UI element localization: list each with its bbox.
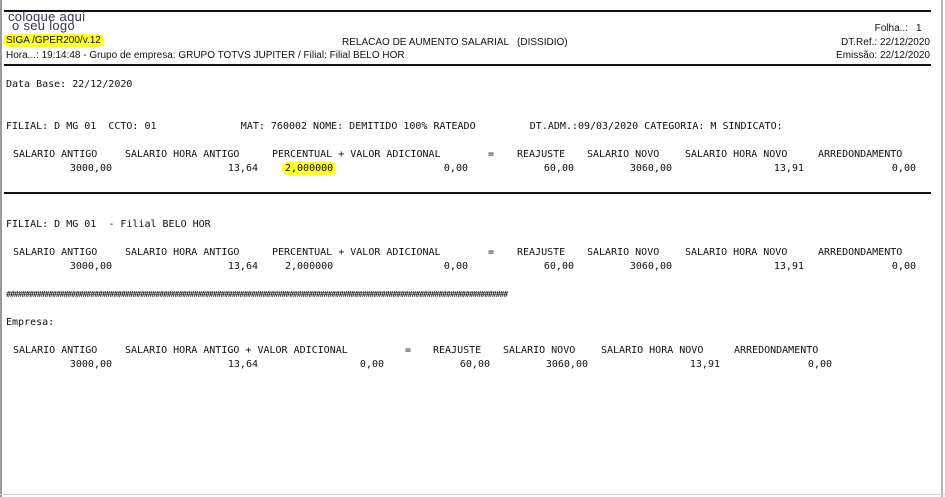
sec1-value-arredondamento: 0,00: [891, 163, 916, 174]
sec1-header-salario-hora-novo: SALARIO HORA NOVO: [685, 149, 788, 160]
sec3-value-reajuste: 60,00: [459, 359, 490, 370]
sec2-header-salario-novo: SALARIO NOVO: [587, 247, 660, 258]
sec2-header-percentual: PERCENTUAL + VALOR ADICIONAL: [272, 247, 441, 258]
sec2-value-salario-antigo: 3000,00: [69, 261, 112, 272]
sec3-value-valor-adicional: 0,00: [359, 359, 384, 370]
sec2-value-valor-adicional: 0,00: [443, 261, 468, 272]
sec2-value-salario-hora-novo: 13,91: [773, 261, 804, 272]
sec3-header-salario-hora-antigo-valor-adicional: SALARIO HORA ANTIGO + VALOR ADICIONAL: [125, 345, 348, 356]
page-right-edge: [941, 0, 943, 497]
hora-line: Hora...: 19:14:48 - Grupo de empresa: GR…: [6, 50, 405, 61]
sec3-value-arredondamento: 0,00: [807, 359, 832, 370]
sec1-header-salario-novo: SALARIO NOVO: [587, 149, 660, 160]
page-bottom-edge: [0, 494, 945, 495]
sec1-value-reajuste: 60,00: [543, 163, 574, 174]
sec1-value-salario-hora-novo: 13,91: [773, 163, 804, 174]
sec2-value-reajuste: 60,00: [543, 261, 574, 272]
data-base: Data Base: 22/12/2020: [6, 79, 133, 90]
sec1-header-arredondamento: ARREDONDAMENTO: [818, 149, 903, 160]
sec2-header-salario-antigo: SALARIO ANTIGO: [13, 247, 98, 258]
empresa-label: Empresa:: [6, 317, 55, 328]
program-id: SIGA /GPER200/v.12: [3, 34, 104, 47]
sec3-header-equals: =: [405, 345, 412, 356]
sec1-header-percentual: PERCENTUAL + VALOR ADICIONAL: [272, 149, 441, 160]
sec3-header-arredondamento: ARREDONDAMENTO: [734, 345, 819, 356]
logo-line-2: o seu logo: [12, 18, 75, 33]
folha-value: 1: [916, 23, 922, 34]
dt-ref: DT.Ref.: 22/12/2020: [841, 37, 930, 48]
sec3-value-salario-novo: 3060,00: [545, 359, 588, 370]
sec3-value-salario-hora-antigo: 13,64: [227, 359, 258, 370]
header-top-rule: [4, 10, 931, 12]
hash-separator: ########################################…: [6, 291, 508, 300]
sec2-value-salario-hora-antigo: 13,64: [227, 261, 258, 272]
sec1-header-salario-hora-antigo: SALARIO HORA ANTIGO: [125, 149, 240, 160]
sec1-header-equals: =: [488, 149, 495, 160]
sec3-header-salario-novo: SALARIO NOVO: [503, 345, 576, 356]
emissao: Emissão: 22/12/2020: [836, 50, 930, 61]
sec1-header-salario-antigo: SALARIO ANTIGO: [13, 149, 98, 160]
sec2-header-salario-hora-antigo: SALARIO HORA ANTIGO: [125, 247, 240, 258]
sec2-value-percentual: 2,000000: [285, 261, 334, 272]
employee-line: FILIAL: D MG 01 CCTO: 01 MAT: 760002 NOM…: [6, 121, 783, 132]
sec3-header-salario-hora-novo: SALARIO HORA NOVO: [601, 345, 704, 356]
section-divider: [4, 192, 931, 194]
sec2-header-reajuste: REAJUSTE: [517, 247, 566, 258]
percentual-highlight: 2,000000: [282, 162, 337, 175]
sec2-header-salario-hora-novo: SALARIO HORA NOVO: [685, 247, 788, 258]
sec3-value-salario-hora-novo: 13,91: [689, 359, 720, 370]
sec1-value-salario-hora-antigo: 13,64: [227, 163, 258, 174]
sec1-value-valor-adicional: 0,00: [443, 163, 468, 174]
report-title: RELACAO DE AUMENTO SALARIAL (DISSIDIO): [342, 37, 568, 48]
sec3-value-salario-antigo: 3000,00: [69, 359, 112, 370]
sec1-value-salario-antigo: 3000,00: [69, 163, 112, 174]
sec2-header-equals: =: [488, 247, 495, 258]
header-bottom-rule: [4, 64, 931, 66]
sec2-header-arredondamento: ARREDONDAMENTO: [818, 247, 903, 258]
page-left-edge: [0, 0, 2, 497]
sec3-header-reajuste: REAJUSTE: [433, 345, 482, 356]
program-id-highlight: SIGA /GPER200/v.12: [3, 34, 104, 47]
company-logo: coloque aqui o seu logo: [8, 10, 108, 32]
sec1-header-reajuste: REAJUSTE: [517, 149, 566, 160]
folha-label: Folha..:: [874, 23, 908, 34]
filial-line: FILIAL: D MG 01 - Filial BELO HOR: [6, 219, 211, 230]
sec1-value-salario-novo: 3060,00: [629, 163, 672, 174]
sec1-value-percentual: 2,000000: [282, 162, 337, 175]
sec3-header-salario-antigo: SALARIO ANTIGO: [13, 345, 98, 356]
sec2-value-arredondamento: 0,00: [891, 261, 916, 272]
sec2-value-salario-novo: 3060,00: [629, 261, 672, 272]
